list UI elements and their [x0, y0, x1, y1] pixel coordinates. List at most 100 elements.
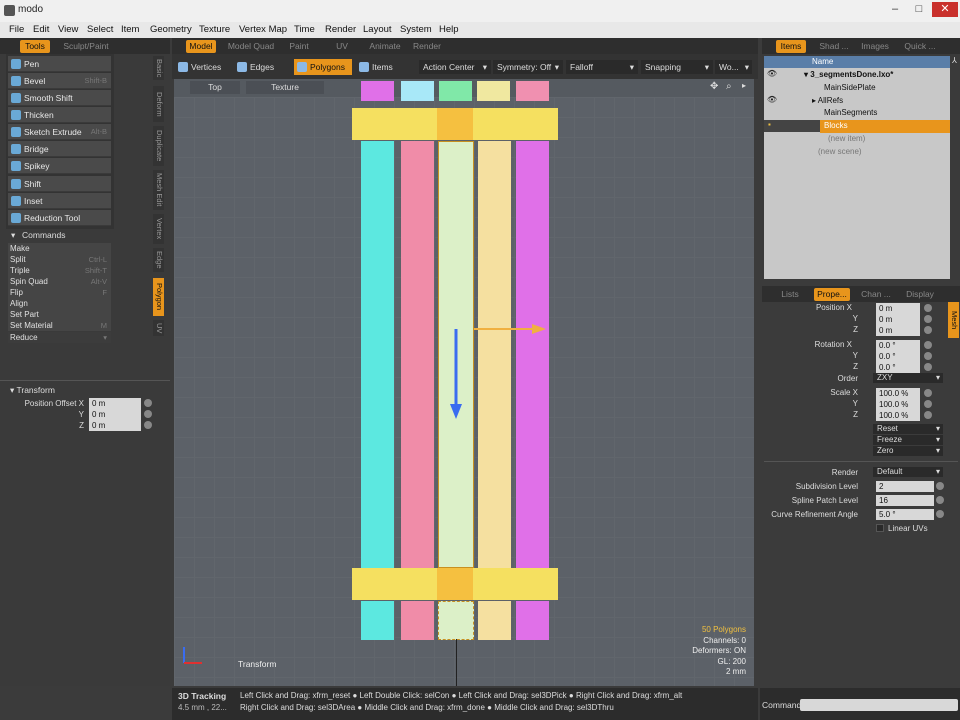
- shading-dropdown[interactable]: Texture: [246, 81, 324, 94]
- order-dropdown[interactable]: ZXY ▾: [873, 373, 943, 383]
- viewport-3d[interactable]: Top Texture ✥ ⌕ ▸ Transform 50 Polygons …: [174, 79, 754, 686]
- vtab-vertex[interactable]: Vertex: [153, 214, 164, 244]
- tree-new-scene[interactable]: (new scene): [814, 146, 914, 159]
- menu-help[interactable]: Help: [439, 24, 459, 35]
- tab-channels[interactable]: Chan ...: [858, 288, 894, 301]
- tab-paint[interactable]: Paint: [284, 40, 314, 53]
- tab-animate[interactable]: Animate: [368, 40, 402, 53]
- tree-scene-root[interactable]: ▾ 3_segmentsDone.lxo*: [800, 69, 950, 82]
- edges-button[interactable]: Edges: [234, 59, 284, 75]
- maximize-icon[interactable]: □: [908, 2, 930, 17]
- tool-shift[interactable]: Shift: [8, 176, 111, 192]
- menu-item[interactable]: Item: [121, 24, 139, 35]
- spin-icon[interactable]: [144, 421, 152, 429]
- vtab-uv[interactable]: UV: [153, 320, 164, 336]
- tab-lists[interactable]: Lists: [776, 288, 804, 301]
- spin-icon[interactable]: [924, 352, 932, 360]
- scale-z-field[interactable]: 100.0 %: [876, 410, 920, 421]
- tree-options-icon[interactable]: ⅄: [952, 56, 957, 65]
- zoom-icon[interactable]: ⌕: [726, 81, 732, 92]
- zero-button[interactable]: Zero ▾: [873, 446, 943, 456]
- vtab-deform[interactable]: Deform: [153, 86, 164, 122]
- spin-icon[interactable]: [924, 400, 932, 408]
- view-dropdown[interactable]: Top: [190, 81, 240, 94]
- cmd-set-material[interactable]: Set Material M: [8, 320, 111, 331]
- snapping-dropdown[interactable]: Snapping ▾: [641, 60, 713, 74]
- reset-button[interactable]: Reset ▾: [873, 424, 943, 434]
- position-offset-z-field[interactable]: 0 m: [89, 420, 141, 431]
- vtab-edge[interactable]: Edge: [153, 248, 164, 272]
- polygons-button[interactable]: Polygons: [294, 59, 352, 75]
- tab-properties[interactable]: Prope...: [814, 288, 850, 301]
- menu-edit[interactable]: Edit: [33, 24, 49, 35]
- subdivision-level-field[interactable]: 2: [876, 481, 934, 492]
- commands-header[interactable]: ▾ Commands: [8, 230, 111, 242]
- menu-layout[interactable]: Layout: [363, 24, 392, 35]
- tool-inset[interactable]: Inset: [8, 193, 111, 209]
- tool-thicken[interactable]: Thicken: [8, 107, 111, 123]
- menu-time[interactable]: Time: [294, 24, 315, 35]
- spin-icon[interactable]: [924, 341, 932, 349]
- spin-icon[interactable]: [924, 389, 932, 397]
- command-input[interactable]: [800, 699, 958, 711]
- menu-select[interactable]: Select: [87, 24, 113, 35]
- spin-icon[interactable]: [144, 410, 152, 418]
- vertices-button[interactable]: Vertices: [175, 59, 229, 75]
- tree-header-name[interactable]: Name: [764, 56, 950, 68]
- pan-icon[interactable]: ✥: [710, 81, 718, 92]
- tool-reduction[interactable]: Reduction Tool: [8, 210, 111, 226]
- vtab-mesh[interactable]: Mesh: [948, 302, 959, 338]
- close-icon[interactable]: ✕: [932, 2, 958, 17]
- scale-x-field[interactable]: 100.0 %: [876, 388, 920, 399]
- tab-sculpt-paint[interactable]: Sculpt/Paint: [58, 40, 114, 53]
- tab-uv[interactable]: UV: [332, 40, 352, 53]
- rotation-x-field[interactable]: 0.0 °: [876, 340, 920, 351]
- tool-smooth-shift[interactable]: Smooth Shift: [8, 90, 111, 106]
- spin-icon[interactable]: [144, 399, 152, 407]
- tab-items[interactable]: Items: [776, 40, 806, 53]
- spin-icon[interactable]: [924, 363, 932, 371]
- position-y-field[interactable]: 0 m: [876, 314, 920, 325]
- tree-new-item[interactable]: (new item): [824, 133, 924, 146]
- tool-pen[interactable]: Pen: [8, 56, 111, 72]
- eye-icon[interactable]: 👁: [764, 95, 780, 107]
- tab-display[interactable]: Display: [904, 288, 936, 301]
- symmetry-dropdown[interactable]: Symmetry: Off ▾: [493, 60, 563, 74]
- menu-vertex-map[interactable]: Vertex Map: [239, 24, 287, 35]
- scale-y-field[interactable]: 100.0 %: [876, 399, 920, 410]
- position-x-field[interactable]: 0 m: [876, 303, 920, 314]
- action-center-dropdown[interactable]: Action Center ▾: [419, 60, 491, 74]
- vtab-polygon[interactable]: Polygon: [153, 278, 164, 316]
- tree-item-allrefs[interactable]: ▸ AllRefs: [808, 95, 950, 108]
- tab-model-quad[interactable]: Model Quad: [226, 40, 276, 53]
- spin-icon[interactable]: [924, 411, 932, 419]
- viewport-menu-icon[interactable]: ▸: [742, 81, 746, 90]
- tree-item-mainsegments[interactable]: MainSegments: [820, 107, 950, 120]
- tree-item-blocks[interactable]: Blocks: [820, 120, 950, 133]
- menu-file[interactable]: File: [9, 24, 24, 35]
- menu-texture[interactable]: Texture: [199, 24, 230, 35]
- cmd-align[interactable]: Align: [8, 298, 111, 309]
- menu-geometry[interactable]: Geometry: [150, 24, 192, 35]
- tool-spikey[interactable]: Spikey: [8, 158, 111, 174]
- spin-icon[interactable]: [936, 510, 944, 518]
- tab-model[interactable]: Model: [186, 40, 216, 53]
- tool-bevel[interactable]: Bevel Shift-B: [8, 73, 111, 89]
- vtab-basic[interactable]: Basic: [153, 56, 164, 80]
- cmd-flip[interactable]: Flip F: [8, 287, 111, 298]
- menu-view[interactable]: View: [58, 24, 78, 35]
- cmd-spin-quad[interactable]: Spin Quad Alt-V: [8, 276, 111, 287]
- cmd-split[interactable]: Split Ctrl-L: [8, 254, 111, 265]
- spline-patch-field[interactable]: 16: [876, 495, 934, 506]
- falloff-dropdown[interactable]: Falloff ▾: [566, 60, 638, 74]
- freeze-button[interactable]: Freeze ▾: [873, 435, 943, 445]
- tab-tools[interactable]: Tools: [20, 40, 50, 53]
- eye-icon[interactable]: 👁: [764, 69, 780, 81]
- vtab-duplicate[interactable]: Duplicate: [153, 126, 164, 166]
- spin-icon[interactable]: [924, 315, 932, 323]
- cmd-set-part[interactable]: Set Part: [8, 309, 111, 320]
- tab-shader[interactable]: Shad ...: [814, 40, 854, 53]
- vtab-mesh-edit[interactable]: Mesh Edit: [153, 170, 164, 210]
- cmd-make[interactable]: Make: [8, 243, 111, 254]
- tool-bridge[interactable]: Bridge: [8, 141, 111, 157]
